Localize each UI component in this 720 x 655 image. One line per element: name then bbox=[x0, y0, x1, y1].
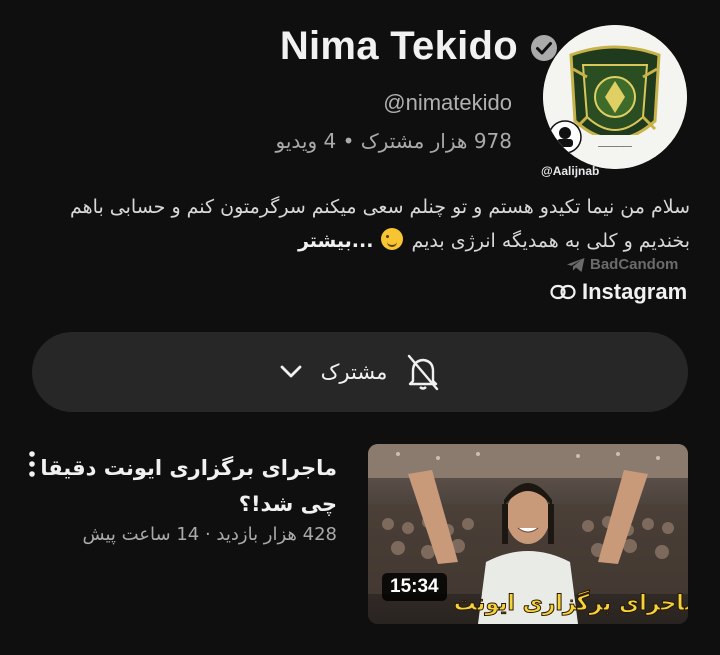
instagram-link[interactable]: Instagram bbox=[550, 279, 687, 305]
video-duration: 15:34 bbox=[382, 573, 447, 601]
video-meta: 428 هزار بازدید · 14 ساعت پیش bbox=[82, 524, 337, 545]
more-vert-icon[interactable] bbox=[26, 450, 38, 478]
channel-meta: 978 هزار مشترک • 4 ویدیو bbox=[275, 129, 512, 153]
svg-text:────────: ──────── bbox=[597, 143, 633, 151]
subscribed-button[interactable]: مشترک bbox=[32, 332, 688, 412]
link-icon bbox=[550, 284, 576, 300]
avatar-overlay-handle: @Aalijnab bbox=[541, 164, 600, 178]
avatar-emblem: ──────── bbox=[543, 25, 687, 169]
description-text: سلام من نیما تکیدو هستم و تو چنلم سعی می… bbox=[70, 196, 690, 252]
channel-name: Nima Tekido bbox=[279, 24, 518, 68]
instagram-link-label: Instagram bbox=[582, 279, 688, 304]
watermark: BadCandom bbox=[566, 256, 678, 273]
channel-avatar[interactable]: ──────── bbox=[543, 25, 687, 169]
channel-handle: @nimatekido bbox=[383, 90, 512, 115]
telegram-icon bbox=[567, 257, 585, 272]
channel-description[interactable]: سلام من نیما تکیدو هستم و تو چنلم سعی می… bbox=[30, 190, 690, 258]
description-more-link[interactable]: ...بیشتر bbox=[298, 230, 373, 252]
bell-off-icon bbox=[408, 354, 439, 391]
video-title[interactable]: ماجرای برگزاری ایونت دقیقا چی شد!؟ bbox=[37, 450, 337, 522]
watermark-text: BadCandom bbox=[590, 256, 679, 273]
verified-icon bbox=[531, 35, 557, 61]
thumbnail-caption: ماجرای برگزاری ایونت bbox=[454, 589, 688, 616]
chevron-down-icon bbox=[280, 365, 302, 378]
subscribed-label: مشترک bbox=[320, 360, 388, 384]
winking-emoji-icon bbox=[381, 228, 404, 250]
